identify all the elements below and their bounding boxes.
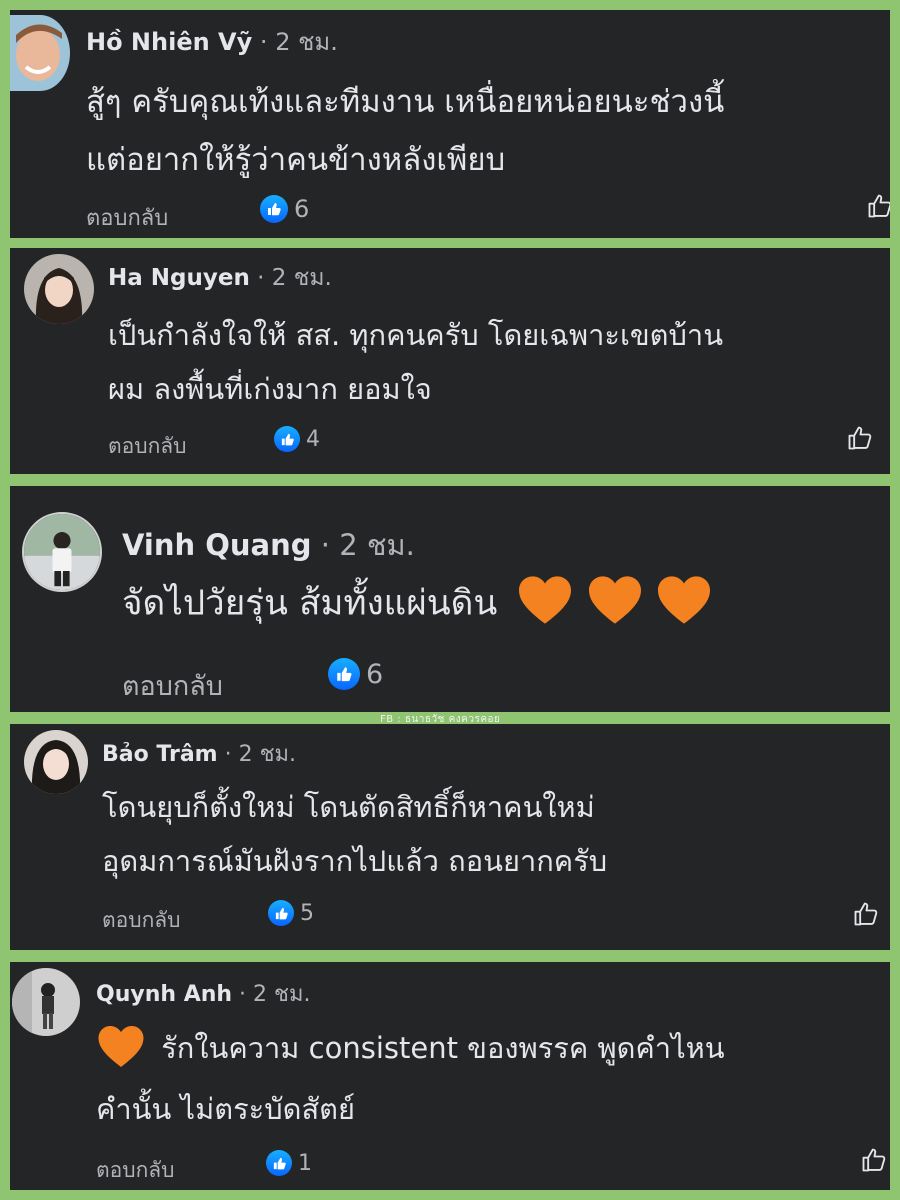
thumbs-up-outline-icon[interactable] [860, 1146, 888, 1178]
like-count-value: 6 [366, 658, 384, 690]
reply-button[interactable]: ตอบกลับ [96, 1154, 175, 1187]
comment-header: Bảo Trâm · 2 ชม. [102, 736, 296, 771]
like-count[interactable]: 6 [328, 658, 383, 690]
like-badge-icon [260, 195, 288, 223]
comment-text-line: โดนยุบก็ตั้งใหม่ โดนตัดสิทธิ์ก็หาคนใหม่ [102, 790, 595, 824]
reply-button[interactable]: ตอบกลับ [108, 430, 187, 463]
like-badge-icon [274, 426, 300, 452]
separator-dot: · [224, 742, 232, 767]
like-count[interactable]: 4 [274, 426, 320, 452]
comment-text-line: อุดมการณ์มันฝังรากไปแล้ว ถอนยากครับ [102, 844, 608, 878]
timestamp[interactable]: 2 ชม. [275, 28, 338, 56]
like-count-value: 1 [298, 1150, 312, 1176]
reply-button[interactable]: ตอบกลับ [86, 200, 168, 235]
like-badge-icon [268, 900, 294, 926]
separator-dot: · [257, 265, 265, 291]
timestamp[interactable]: 2 ชม. [253, 982, 310, 1007]
thumbs-up-outline-icon[interactable] [852, 900, 880, 932]
comment-text-line: จัดไปวัยรุ่น ส้มทั้งแผ่นดิน [122, 574, 713, 635]
comment-card: Quynh Anh · 2 ชม. รักในความ consistent ข… [10, 962, 890, 1190]
comment-text-line: รักในความ consistent ของพรรค พูดคำไหน [96, 1024, 725, 1076]
comment-text-line: แต่อยากให้รู้ว่าคนข้างหลังเพียบ [86, 142, 506, 178]
comment-text: จัดไปวัยรุ่น ส้มทั้งแผ่นดิน [122, 583, 498, 624]
comment-header: Hồ Nhiên Vỹ · 2 ชม. [86, 22, 338, 61]
timestamp[interactable]: 2 ชม. [272, 265, 332, 291]
separator-dot: · [259, 28, 268, 56]
orange-heart-icon [516, 574, 574, 635]
comment-card: Hồ Nhiên Vỹ · 2 ชม. สู้ๆ ครับคุณเท้งและท… [10, 10, 890, 238]
like-badge-icon [266, 1150, 292, 1176]
comment-header: Vinh Quang · 2 ชม. [122, 522, 415, 568]
reply-button[interactable]: ตอบกลับ [102, 904, 181, 937]
comment-text-line: สู้ๆ ครับคุณเท้งและทีมงาน เหนื่อยหน่อยนะ… [86, 84, 725, 120]
comment-text-line: ผม ลงพื้นที่เก่งมาก ยอมใจ [108, 372, 432, 406]
reply-button[interactable]: ตอบกลับ [122, 664, 223, 707]
comment-card: Vinh Quang · 2 ชม. จัดไปวัยรุ่น ส้มทั้งแ… [10, 486, 890, 712]
like-count-value: 6 [294, 195, 310, 223]
timestamp[interactable]: 2 ชม. [239, 742, 296, 767]
comment-header: Quynh Anh · 2 ชม. [96, 976, 310, 1011]
comment-text-line: คำนั้น ไม่ตระบัดสัตย์ [96, 1092, 356, 1126]
comment-text-line: เป็นกำลังใจให้ สส. ทุกคนครับ โดยเฉพาะเขต… [108, 318, 724, 352]
comment-card: Ha Nguyen · 2 ชม. เป็นกำลังใจให้ สส. ทุก… [10, 248, 890, 474]
orange-heart-icon [96, 1024, 146, 1076]
comment-card: Bảo Trâm · 2 ชม. โดนยุบก็ตั้งใหม่ โดนตัด… [10, 724, 890, 950]
avatar[interactable] [24, 730, 88, 794]
author-name[interactable]: Hồ Nhiên Vỹ [86, 28, 252, 56]
timestamp[interactable]: 2 ชม. [339, 528, 415, 562]
thumbs-up-outline-icon[interactable] [846, 424, 874, 456]
avatar[interactable] [24, 254, 94, 324]
comment-header: Ha Nguyen · 2 ชม. [108, 260, 332, 296]
avatar[interactable] [22, 512, 102, 592]
like-count-value: 4 [306, 426, 320, 452]
like-badge-icon [328, 658, 360, 690]
avatar[interactable] [10, 15, 70, 91]
like-count[interactable]: 1 [266, 1150, 312, 1176]
avatar[interactable] [12, 968, 80, 1036]
like-count[interactable]: 5 [268, 900, 314, 926]
author-name[interactable]: Ha Nguyen [108, 265, 250, 291]
author-name[interactable]: Bảo Trâm [102, 742, 218, 767]
separator-dot: · [239, 982, 247, 1007]
orange-heart-icon [586, 574, 644, 635]
like-count-value: 5 [300, 900, 314, 926]
author-name[interactable]: Vinh Quang [122, 528, 312, 562]
separator-dot: · [320, 528, 330, 562]
author-name[interactable]: Quynh Anh [96, 982, 232, 1007]
thumbs-up-outline-icon[interactable] [866, 192, 890, 224]
like-count[interactable]: 6 [260, 195, 309, 223]
orange-heart-icon [655, 574, 713, 635]
comment-text: รักในความ consistent ของพรรค พูดคำไหน [161, 1031, 725, 1065]
